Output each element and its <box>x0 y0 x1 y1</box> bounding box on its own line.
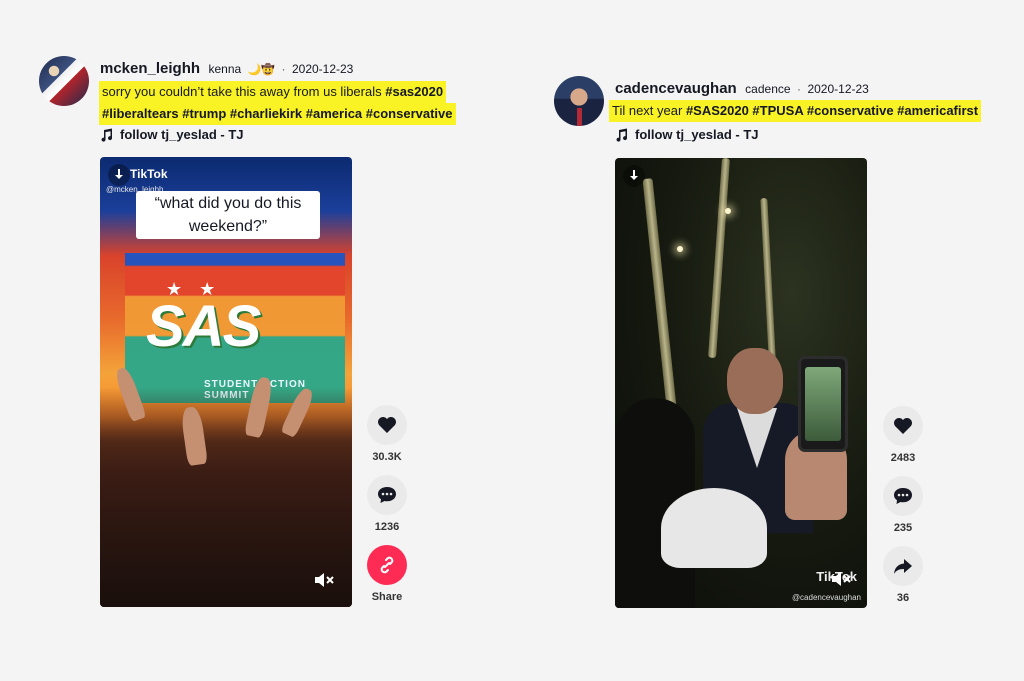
action-bar-right: 2483 235 36 <box>879 406 927 616</box>
caption-line-2: #liberaltears #trump #charliekirk #ameri… <box>99 103 456 125</box>
like-count: 2483 <box>890 452 916 464</box>
string-light <box>677 246 683 252</box>
mute-icon[interactable] <box>314 571 336 589</box>
avatar[interactable] <box>39 56 89 106</box>
comment-count: 235 <box>893 522 913 534</box>
username[interactable]: cadencevaughan <box>615 80 737 97</box>
nickname: cadence <box>745 82 791 96</box>
like-button[interactable] <box>367 405 407 445</box>
white-cap <box>661 488 767 568</box>
like-button[interactable] <box>883 406 923 446</box>
share-arrow-icon <box>894 559 912 574</box>
like-count: 30.3K <box>372 451 402 463</box>
hashtag[interactable]: #sas2020 <box>385 84 443 99</box>
comment-count: 1236 <box>374 521 400 533</box>
hashtags[interactable]: #SAS2020 #TPUSA #conservative #americafi… <box>686 103 978 118</box>
username[interactable]: mcken_leighh <box>100 60 200 77</box>
music-note-icon <box>101 128 113 142</box>
action-bar-left: 30.3K 1236 Share <box>363 405 411 615</box>
comment-button[interactable] <box>367 475 407 515</box>
hashtags[interactable]: #liberaltears #trump #charliekirk #ameri… <box>102 106 453 121</box>
comment-button[interactable] <box>883 476 923 516</box>
phone-in-hand <box>798 356 848 452</box>
share-button[interactable] <box>367 545 407 585</box>
music-note-icon <box>616 128 628 142</box>
tiktok-watermark: TikTok <box>130 167 168 181</box>
sound-label: follow tj_yeslad - TJ <box>635 127 759 142</box>
caption: sorry you couldn’t take this away from u… <box>99 81 456 125</box>
nickname-emoji: 🌙🤠 <box>247 64 276 76</box>
tree-trunk <box>642 178 678 418</box>
sas-logo: SAS <box>146 294 261 359</box>
post-date: 2020-12-23 <box>807 82 869 96</box>
mute-icon[interactable] <box>831 570 853 588</box>
sound-link[interactable]: follow tj_yeslad - TJ <box>100 127 244 142</box>
caption: Til next year #SAS2020 #TPUSA #conservat… <box>609 100 982 122</box>
caption-text: sorry you couldn’t take this away from u… <box>102 84 386 99</box>
link-icon <box>380 556 394 574</box>
string-light <box>725 208 731 214</box>
comment-icon <box>894 488 912 504</box>
tree-trunk <box>708 158 730 359</box>
caption-text: Til next year <box>612 103 686 118</box>
video-player-right[interactable]: TikTok @cadencevaughan <box>615 158 867 608</box>
tie-detail <box>577 108 582 126</box>
share-count: 36 <box>896 592 910 604</box>
post-meta: cadencevaughan cadence · 2020-12-23 <box>615 80 869 98</box>
share-button[interactable] <box>883 546 923 586</box>
sound-link[interactable]: follow tj_yeslad - TJ <box>615 127 759 142</box>
nickname: kenna <box>208 62 242 76</box>
post-meta: mcken_leighh kenna 🌙🤠 · 2020-12-23 <box>100 60 353 78</box>
caption-line-1: Til next year #SAS2020 #TPUSA #conservat… <box>609 100 982 122</box>
avatar[interactable] <box>554 76 604 126</box>
download-icon[interactable] <box>623 165 645 187</box>
heart-icon <box>378 417 396 433</box>
video-player-left[interactable]: ★ ★ SAS STUDENT ACTION SUMMIT TikTok @mc… <box>100 157 352 607</box>
tiktok-handle: @cadencevaughan <box>791 593 861 602</box>
caption-line-1: sorry you couldn’t take this away from u… <box>99 81 447 103</box>
separator-dot: · <box>281 62 286 76</box>
man-head <box>727 348 783 414</box>
share-label: Share <box>371 591 403 603</box>
download-icon[interactable] <box>108 164 130 186</box>
video-text-overlay: “what did you do this weekend?” <box>136 191 320 239</box>
separator-dot: · <box>797 82 801 96</box>
post-date: 2020-12-23 <box>291 62 354 76</box>
heart-icon <box>894 418 912 434</box>
sound-label: follow tj_yeslad - TJ <box>120 127 244 142</box>
comment-icon <box>378 487 396 503</box>
